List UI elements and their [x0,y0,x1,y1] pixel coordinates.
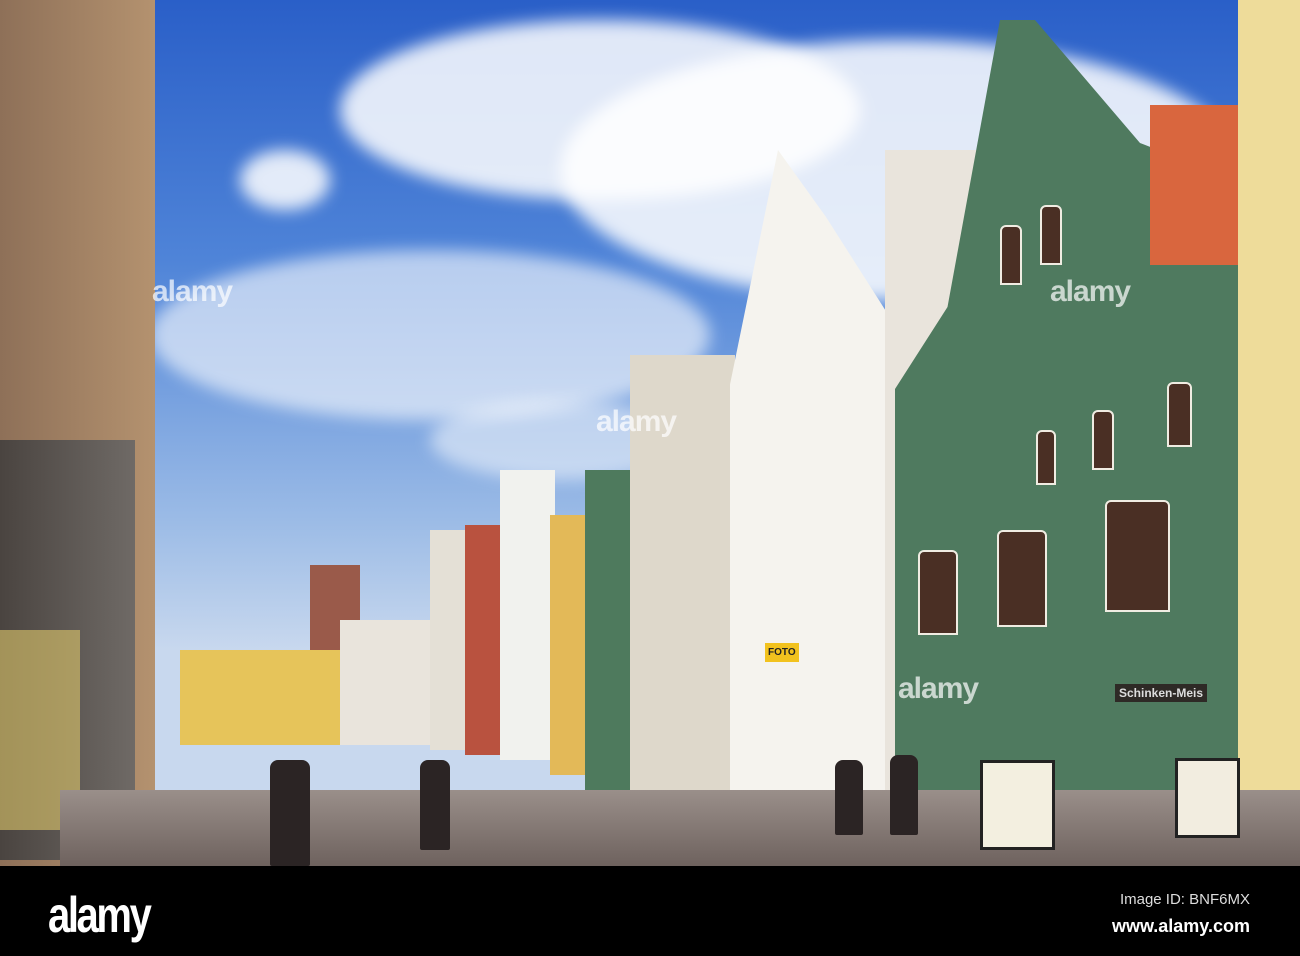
pedestrian [270,760,310,866]
yellow-houses [180,650,340,745]
sidewalk-signboard [1175,758,1240,838]
window [918,550,958,635]
red-house [465,525,505,755]
white-house [500,470,555,760]
cloud [150,250,710,420]
pedestrian [835,760,863,835]
window [1000,225,1022,285]
sidewalk-signboard [980,760,1055,850]
image-id: Image ID: BNF6MX [1119,891,1250,908]
pedestrian [890,755,918,835]
window [1092,410,1114,470]
watermark-footer: alamy Image ID: BNF6MX www.alamy.com [0,866,1300,956]
street-photo: Schinken-Meis FOTO alamy alamy alamy ala… [0,0,1300,866]
watermark: alamy [1050,275,1131,308]
yellow-house [550,515,590,775]
watermark: alamy [596,405,677,438]
shop-sign: Schinken-Meis [1115,684,1208,702]
red-roof [1150,105,1250,265]
window [997,530,1047,627]
site-url: www.alamy.com [1111,916,1250,936]
watermark: alamy [898,672,979,705]
cloud [240,150,330,210]
window [1167,382,1192,447]
alamy-logo: alamy [48,887,152,943]
street [60,790,1300,866]
window [1105,500,1170,612]
right-yellow-building [1238,0,1300,860]
foto-sign: FOTO [765,643,799,662]
window [1036,430,1056,485]
window [1040,205,1062,265]
pedestrian [420,760,450,850]
green-house [585,470,635,790]
watermark: alamy [152,275,233,308]
